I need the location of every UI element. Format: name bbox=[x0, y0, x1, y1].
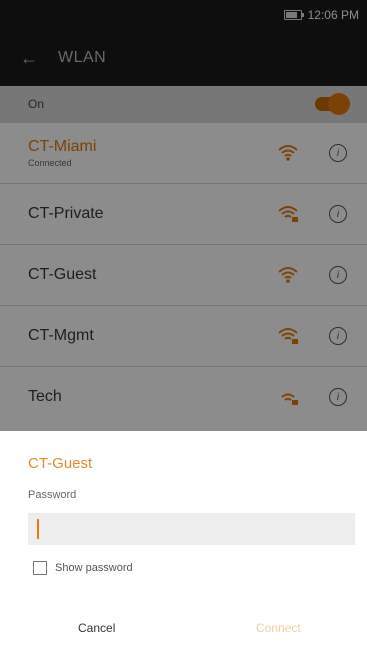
wlan-list: On CT-Miami Connected i CT-Private i CT-… bbox=[0, 86, 367, 431]
info-icon[interactable]: i bbox=[329, 266, 347, 284]
network-item[interactable]: Tech i bbox=[0, 366, 367, 427]
info-icon[interactable]: i bbox=[329, 144, 347, 162]
text-cursor bbox=[37, 519, 39, 539]
wifi-weak-signal-icon bbox=[281, 393, 298, 405]
network-name: CT-Private bbox=[28, 205, 104, 222]
network-item[interactable]: CT-Mgmt i bbox=[0, 305, 367, 366]
wifi-signal-icon bbox=[278, 145, 298, 161]
network-item[interactable]: CT-Private i bbox=[0, 183, 367, 244]
network-name: CT-Guest bbox=[28, 266, 97, 283]
info-icon[interactable]: i bbox=[329, 205, 347, 223]
wlan-toggle-label: On bbox=[28, 97, 45, 111]
network-name: CT-Miami bbox=[28, 138, 97, 155]
status-bar: 12:06 PM bbox=[0, 0, 367, 30]
show-password-label: Show password bbox=[55, 562, 133, 574]
wlan-toggle-switch[interactable] bbox=[315, 93, 350, 115]
app-bar: ← WLAN bbox=[0, 30, 367, 86]
wlan-toggle-row[interactable]: On bbox=[0, 86, 367, 122]
cancel-button[interactable]: Cancel bbox=[78, 621, 115, 635]
wifi-secured-icon bbox=[278, 328, 298, 344]
status-time: 12:06 PM bbox=[307, 8, 359, 22]
network-name: Tech bbox=[28, 388, 62, 405]
network-name: CT-Mgmt bbox=[28, 327, 94, 344]
show-password-checkbox[interactable]: Show password bbox=[33, 561, 133, 575]
dialog-title: CT-Guest bbox=[28, 455, 93, 472]
password-dialog: CT-Guest Password Show password Cancel C… bbox=[0, 431, 367, 649]
checkbox-icon[interactable] bbox=[33, 561, 47, 575]
battery-icon bbox=[283, 10, 304, 20]
network-status: Connected bbox=[28, 158, 72, 168]
page-title: WLAN bbox=[58, 49, 107, 66]
wifi-secured-icon bbox=[278, 206, 298, 222]
info-icon[interactable]: i bbox=[329, 388, 347, 406]
network-item[interactable]: CT-Guest i bbox=[0, 244, 367, 305]
connect-button[interactable]: Connect bbox=[256, 621, 301, 635]
network-item[interactable]: CT-Miami Connected i bbox=[0, 122, 367, 183]
password-input[interactable] bbox=[28, 513, 355, 545]
info-icon[interactable]: i bbox=[329, 327, 347, 345]
password-label: Password bbox=[28, 489, 77, 501]
back-arrow-icon[interactable]: ← bbox=[0, 48, 58, 69]
wifi-signal-icon bbox=[278, 267, 298, 283]
